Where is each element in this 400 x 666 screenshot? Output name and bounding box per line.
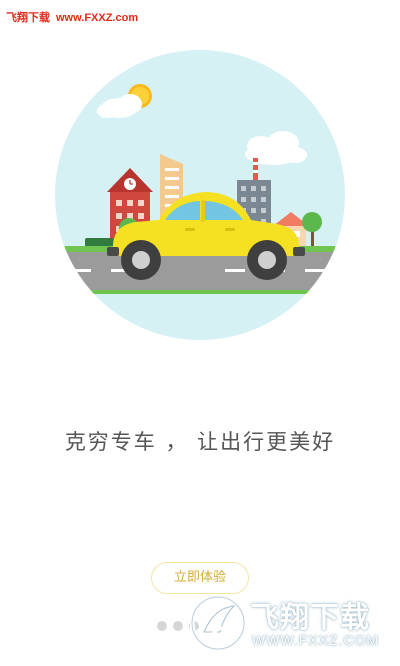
fxxz-logo-icon — [190, 594, 246, 652]
top-watermark-brand: 飞翔下载 — [6, 11, 50, 24]
watermark-logo-text: 飞翔下载 — [250, 600, 371, 634]
hero-illustration — [55, 50, 345, 340]
slogan-text: 克穷专车 ， 让出行更美好 — [64, 430, 336, 454]
page-indicator-dot[interactable] — [173, 621, 183, 631]
top-watermark: 飞翔下载 www.FXXZ.com — [6, 9, 138, 25]
page-indicator-dot[interactable] — [157, 621, 167, 631]
road — [55, 252, 345, 290]
top-watermark-site: www.FXXZ.com — [56, 12, 139, 24]
watermark-logo-url: WWW.FXXZ.COM — [252, 632, 380, 648]
grass-strip-bottom — [55, 290, 345, 294]
watermark-logo: 飞翔下载 WWW.FXXZ.COM — [190, 588, 390, 658]
